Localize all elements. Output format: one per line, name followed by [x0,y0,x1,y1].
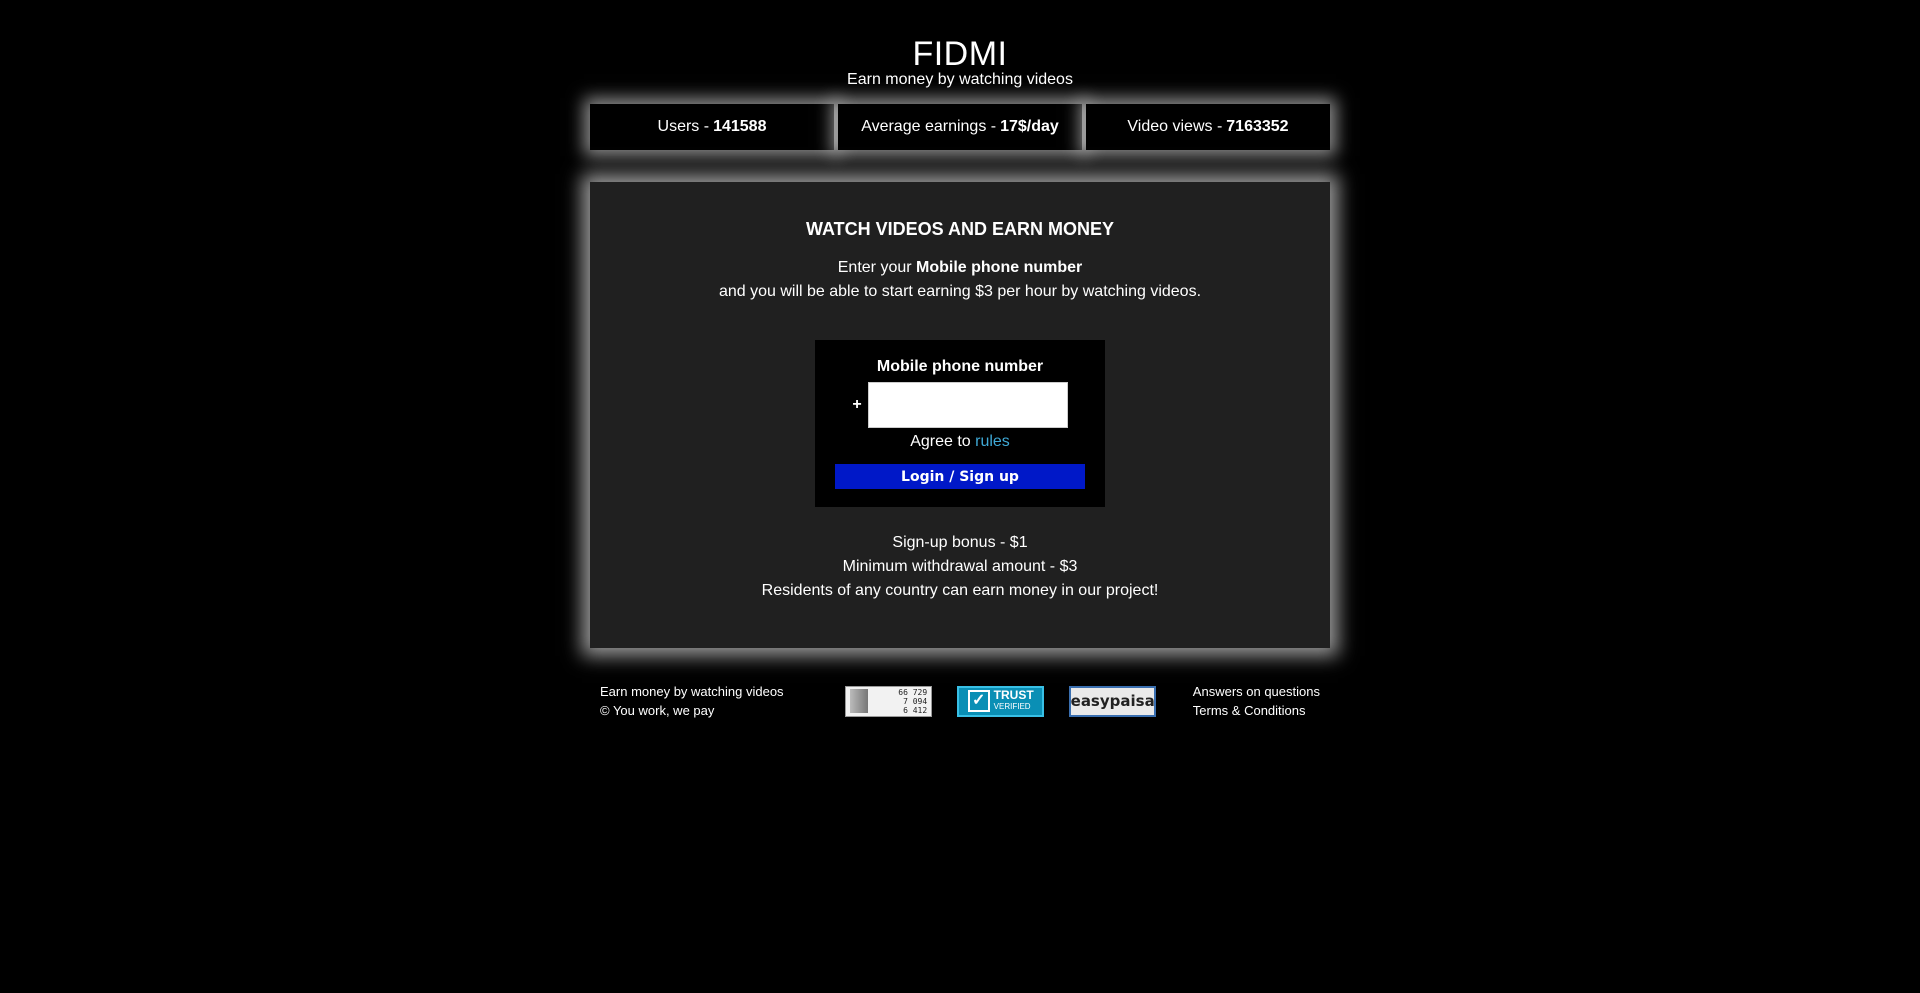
counter-value: 7 094 [903,696,928,706]
counter-value: 6 412 [903,705,928,715]
faq-link[interactable]: Answers on questions [1193,682,1320,701]
rules-link[interactable]: rules [975,433,1010,450]
agree-text: Agree to rules [815,432,1105,452]
agree-prefix: Agree to [910,433,971,450]
trust-subtitle: VERIFIED [993,702,1031,711]
checkmark-icon: ✓ [967,690,990,712]
visitor-counter-badge[interactable]: 66 729 7 094 6 412 [845,685,933,717]
phone-row: + [815,382,1105,428]
stat-label: Average earnings - [861,118,997,135]
phone-input[interactable] [867,382,1068,428]
stat-average-earnings: Average earnings - 17$/day [838,104,1082,150]
badge-row: 66 729 7 094 6 412 ✓ TRUST VERIFIED easy… [845,685,1157,717]
footer-links: Answers on questions Terms & Conditions [1193,682,1320,720]
stat-users: Users - 141588 [590,104,834,150]
min-withdrawal-text: Minimum withdrawal amount - $3 [842,558,1078,575]
stat-label: Users - [657,118,710,135]
intro-line-2: and you will be able to start earning $3… [718,283,1202,300]
page-wrapper: FIDMI Earn money by watching videos User… [590,0,1330,720]
counter-values: 66 729 7 094 6 412 [898,688,927,715]
phone-label: Mobile phone number [876,358,1044,375]
info-list: Sign-up bonus - $1 Minimum withdrawal am… [590,531,1330,603]
residents-text: Residents of any country can earn money … [761,582,1159,599]
login-signup-button[interactable]: Login / Sign up [835,464,1085,489]
stats-bar: Users - 141588 Average earnings - 17$/da… [590,104,1330,150]
footer-tagline: Earn money by watching videos © You work… [600,682,784,720]
plus-sign: + [852,396,862,413]
footer: Earn money by watching videos © You work… [590,682,1330,720]
signup-bonus-text: Sign-up bonus - $1 [892,534,1028,551]
stat-video-views: Video views - 7163352 [1086,104,1330,150]
trust-title: TRUST [993,688,1034,702]
footer-line-1: Earn money by watching videos [600,684,784,699]
intro-prefix: Enter your [837,259,912,276]
site-title[interactable]: FIDMI [590,34,1330,74]
stat-value: 7163352 [1226,118,1289,135]
signup-form: Mobile phone number + Agree to rules Log… [815,340,1105,507]
counter-value: 66 729 [898,687,928,697]
intro-text: Enter your Mobile phone number and you w… [590,256,1330,304]
stat-label: Video views - [1127,118,1223,135]
site-subtitle: Earn money by watching videos [847,71,1073,88]
main-heading: WATCH VIDEOS AND EARN MONEY [805,219,1114,239]
intro-bold: Mobile phone number [916,259,1083,276]
intro-line-1: Enter your Mobile phone number [590,256,1330,280]
site-header: FIDMI Earn money by watching videos [590,0,1330,89]
stat-value: 141588 [713,118,767,135]
footer-copyright: © You work, we pay [600,703,715,718]
easypaisa-badge[interactable]: easypaisa [1069,685,1157,717]
counter-chart-icon [850,689,869,713]
main-panel: WATCH VIDEOS AND EARN MONEY Enter your M… [590,182,1330,648]
stat-value: 17$/day [1000,118,1059,135]
terms-link[interactable]: Terms & Conditions [1193,701,1320,720]
trust-text: TRUST VERIFIED [993,688,1034,712]
trust-verified-badge[interactable]: ✓ TRUST VERIFIED [957,685,1045,717]
